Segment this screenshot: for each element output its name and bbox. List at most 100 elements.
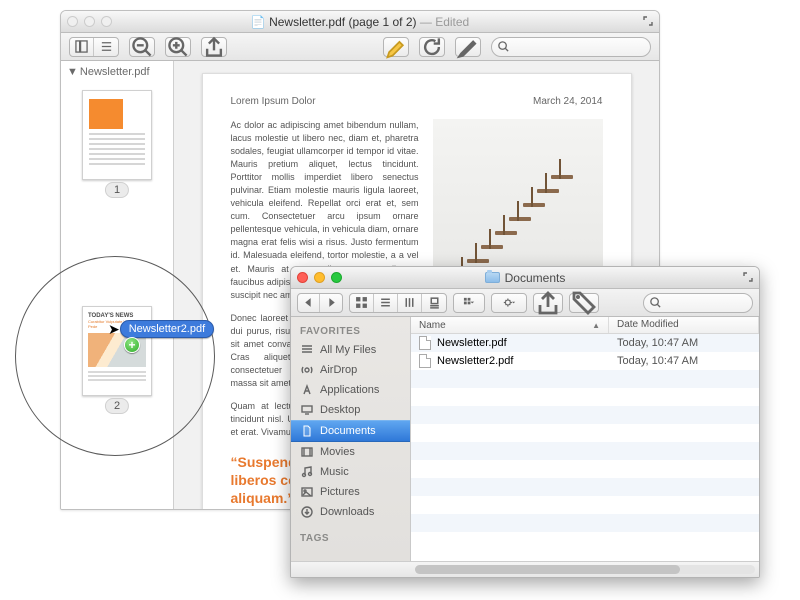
file-name: Newsletter.pdf xyxy=(437,337,507,349)
window-title: 📄 Newsletter.pdf (page 1 of 2) — Edited xyxy=(61,15,659,29)
sidebar-item-applications[interactable]: Applications xyxy=(291,380,410,400)
sidebar-item-label: All My Files xyxy=(320,344,376,356)
tags-button[interactable] xyxy=(569,293,599,313)
movies-icon xyxy=(300,445,314,459)
fullscreen-icon[interactable] xyxy=(743,272,753,282)
sidebar-item-movies[interactable]: Movies xyxy=(291,442,410,462)
preview-titlebar[interactable]: 📄 Newsletter.pdf (page 1 of 2) — Edited xyxy=(61,11,659,33)
sort-asc-icon: ▲ xyxy=(592,321,600,330)
sidebar-item-label: Music xyxy=(320,466,349,478)
table-row-empty xyxy=(411,496,759,514)
column-view-button[interactable] xyxy=(398,294,422,312)
sidebar-item-label: Applications xyxy=(320,384,379,396)
favorites-header: FAVORITES xyxy=(291,321,410,340)
search-icon xyxy=(497,40,510,53)
table-row[interactable]: Newsletter.pdfToday, 10:47 AM xyxy=(411,334,759,352)
share-menu[interactable] xyxy=(533,293,563,313)
fullscreen-icon[interactable] xyxy=(643,16,653,26)
nav-segment xyxy=(297,293,343,313)
zoom-button[interactable] xyxy=(101,16,112,27)
airdrop-icon xyxy=(300,363,314,377)
sidebar-item-allmyfiles[interactable]: All My Files xyxy=(291,340,410,360)
sidebar-doc-header[interactable]: ▼ Newsletter.pdf xyxy=(61,61,173,80)
sidebar-item-label: Documents xyxy=(320,425,376,437)
markup-button[interactable] xyxy=(455,37,481,57)
sidebar-item-label: Desktop xyxy=(320,404,360,416)
page-thumbnail-2-label: 2 xyxy=(105,398,129,414)
desktop-icon xyxy=(300,403,314,417)
column-date[interactable]: Date Modified xyxy=(609,317,759,333)
window-controls xyxy=(67,16,112,27)
table-row-empty xyxy=(411,370,759,388)
downloads-icon xyxy=(300,505,314,519)
back-button[interactable] xyxy=(298,294,320,312)
action-menu[interactable] xyxy=(491,293,527,313)
forward-button[interactable] xyxy=(320,294,342,312)
column-name[interactable]: Name▲ xyxy=(411,317,609,333)
highlight-button[interactable] xyxy=(383,37,409,57)
finder-toolbar xyxy=(291,289,759,317)
folder-icon xyxy=(485,272,500,283)
arrange-menu[interactable] xyxy=(453,293,485,313)
table-row-empty xyxy=(411,424,759,442)
minimize-button[interactable] xyxy=(314,272,325,283)
documents-icon xyxy=(300,424,314,438)
title-page: (page 1 of 2) xyxy=(348,15,416,29)
table-row-empty xyxy=(411,478,759,496)
sidebar-view-segment xyxy=(69,37,119,57)
sidebar-doc-label: Newsletter.pdf xyxy=(80,66,150,78)
zoom-button[interactable] xyxy=(331,272,342,283)
list-view-button[interactable] xyxy=(374,294,398,312)
view-mode-segment xyxy=(349,293,447,313)
page-thumbnail-1-label: 1 xyxy=(105,182,129,198)
disclosure-triangle-icon[interactable]: ▼ xyxy=(67,66,78,78)
zoom-out-button[interactable] xyxy=(129,37,155,57)
document-icon xyxy=(419,336,431,350)
minimize-button[interactable] xyxy=(84,16,95,27)
pictures-icon xyxy=(300,485,314,499)
sidebar-item-desktop[interactable]: Desktop xyxy=(291,400,410,420)
icon-view-button[interactable] xyxy=(350,294,374,312)
preview-search-input[interactable] xyxy=(491,37,651,57)
zoom-in-button[interactable] xyxy=(165,37,191,57)
view-thumbnails-button[interactable] xyxy=(70,38,94,56)
close-button[interactable] xyxy=(297,272,308,283)
page-thumbnail-2[interactable]: TODAY'S NEWS Curabitur Vulputate Viverra… xyxy=(82,306,152,396)
rotate-button[interactable] xyxy=(419,37,445,57)
thumb2-title: TODAY'S NEWS xyxy=(83,307,151,319)
doc-icon: 📄 xyxy=(251,15,266,29)
sidebar-item-label: Pictures xyxy=(320,486,360,498)
finder-window: Documents FAVORITES All xyxy=(290,266,760,578)
page-photo xyxy=(433,119,603,289)
file-list-pane: Name▲ Date Modified Newsletter.pdfToday,… xyxy=(411,317,759,561)
document-icon xyxy=(419,354,431,368)
table-row-empty xyxy=(411,514,759,532)
preview-sidebar: ▼ Newsletter.pdf 1 TODAY'S NEWS Curabitu… xyxy=(61,61,174,509)
allmyfiles-icon xyxy=(300,343,314,357)
sidebar-item-airdrop[interactable]: AirDrop xyxy=(291,360,410,380)
page-thumbnail-1[interactable]: 1 xyxy=(82,90,152,180)
page-header-right: March 24, 2014 xyxy=(533,96,603,107)
finder-window-controls xyxy=(297,272,342,283)
sidebar-item-pictures[interactable]: Pictures xyxy=(291,482,410,502)
coverflow-view-button[interactable] xyxy=(422,294,446,312)
sidebar-item-documents[interactable]: Documents xyxy=(291,420,410,442)
view-list-button[interactable] xyxy=(94,38,118,56)
sidebar-item-music[interactable]: Music xyxy=(291,462,410,482)
page-header-left: Lorem Ipsum Dolor xyxy=(231,96,316,107)
preview-toolbar xyxy=(61,33,659,61)
share-button[interactable] xyxy=(201,37,227,57)
finder-titlebar[interactable]: Documents xyxy=(291,267,759,289)
sidebar-item-downloads[interactable]: Downloads xyxy=(291,502,410,522)
sidebar-item-label: Movies xyxy=(320,446,355,458)
sidebar-item-label: AirDrop xyxy=(320,364,357,376)
finder-sidebar: FAVORITES All My Files AirDrop Application… xyxy=(291,317,411,561)
close-button[interactable] xyxy=(67,16,78,27)
search-icon xyxy=(649,296,662,309)
table-row[interactable]: Newsletter2.pdfToday, 10:47 AM xyxy=(411,352,759,370)
music-icon xyxy=(300,465,314,479)
finder-title: Documents xyxy=(291,271,759,285)
file-date: Today, 10:47 AM xyxy=(609,355,759,367)
table-row-empty xyxy=(411,442,759,460)
horizontal-scrollbar[interactable] xyxy=(415,565,755,574)
